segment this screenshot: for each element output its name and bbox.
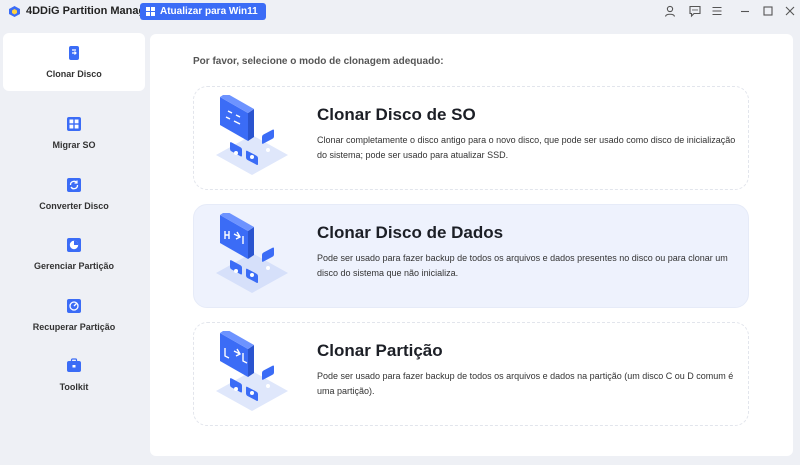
- feedback-icon[interactable]: [688, 4, 702, 18]
- data-disk-clone-illustration: [216, 213, 288, 293]
- clone-disk-icon: [69, 46, 79, 60]
- sidebar-item-toolkit[interactable]: Toolkit: [3, 346, 145, 404]
- manage-partition-icon: [67, 238, 81, 252]
- sidebar-item-label: Converter Disco: [39, 201, 109, 211]
- sidebar-item-recuperar-particao[interactable]: Recuperar Partição: [3, 286, 145, 344]
- os-disk-clone-illustration: [216, 95, 288, 175]
- partition-clone-illustration: [216, 331, 288, 411]
- main-panel: Por favor, selecione o modo de clonagem …: [150, 34, 793, 456]
- upgrade-win11-button[interactable]: Atualizar para Win11: [140, 3, 266, 20]
- app-title: 4DDiG Partition Manager: [26, 5, 156, 17]
- sidebar: Clonar Disco Migrar SO Converter Disco G…: [0, 30, 150, 460]
- user-icon[interactable]: [663, 4, 677, 18]
- sidebar-item-label: Recuperar Partição: [32, 322, 116, 332]
- sidebar-item-migrar-so[interactable]: Migrar SO: [3, 104, 145, 162]
- option-description: Pode ser usado para fazer backup de todo…: [317, 253, 728, 278]
- convert-disk-icon: [67, 178, 81, 192]
- sidebar-item-label: Gerenciar Partição: [33, 261, 115, 271]
- upgrade-label: Atualizar para Win11: [160, 6, 258, 17]
- app-logo-icon: [9, 6, 20, 17]
- sidebar-item-label: Migrar SO: [52, 140, 96, 150]
- option-description: Pode ser usado para fazer backup de todo…: [317, 371, 734, 396]
- option-clonar-disco-dados[interactable]: Clonar Disco de Dados Pode ser usado par…: [193, 204, 749, 308]
- maximize-icon[interactable]: [761, 4, 775, 18]
- option-description: Clonar completamente o disco antigo para…: [317, 135, 736, 160]
- selection-prompt: Por favor, selecione o modo de clonagem …: [193, 56, 444, 67]
- option-clonar-disco-so[interactable]: Clonar Disco de SO Clonar completamente …: [193, 86, 749, 190]
- option-clonar-particao[interactable]: Clonar Partição Pode ser usado para faze…: [193, 322, 749, 426]
- sidebar-item-label: Toolkit: [59, 382, 89, 392]
- toolkit-icon: [67, 358, 81, 372]
- option-title: Clonar Partição: [317, 341, 443, 360]
- menu-icon[interactable]: [710, 4, 724, 18]
- option-title: Clonar Disco de SO: [317, 105, 476, 124]
- sidebar-item-label: Clonar Disco: [46, 69, 102, 79]
- close-icon[interactable]: [783, 4, 797, 18]
- migrate-os-icon: [67, 117, 81, 131]
- sidebar-item-gerenciar-particao[interactable]: Gerenciar Partição: [3, 225, 145, 283]
- sidebar-item-clonar-disco[interactable]: Clonar Disco: [3, 33, 145, 91]
- sidebar-item-converter-disco[interactable]: Converter Disco: [3, 165, 145, 223]
- option-title: Clonar Disco de Dados: [317, 223, 504, 242]
- windows-icon: [146, 7, 155, 16]
- title-bar: 4DDiG Partition Manager Atualizar para W…: [0, 0, 800, 24]
- minimize-icon[interactable]: [738, 4, 752, 18]
- recover-partition-icon: [67, 299, 81, 313]
